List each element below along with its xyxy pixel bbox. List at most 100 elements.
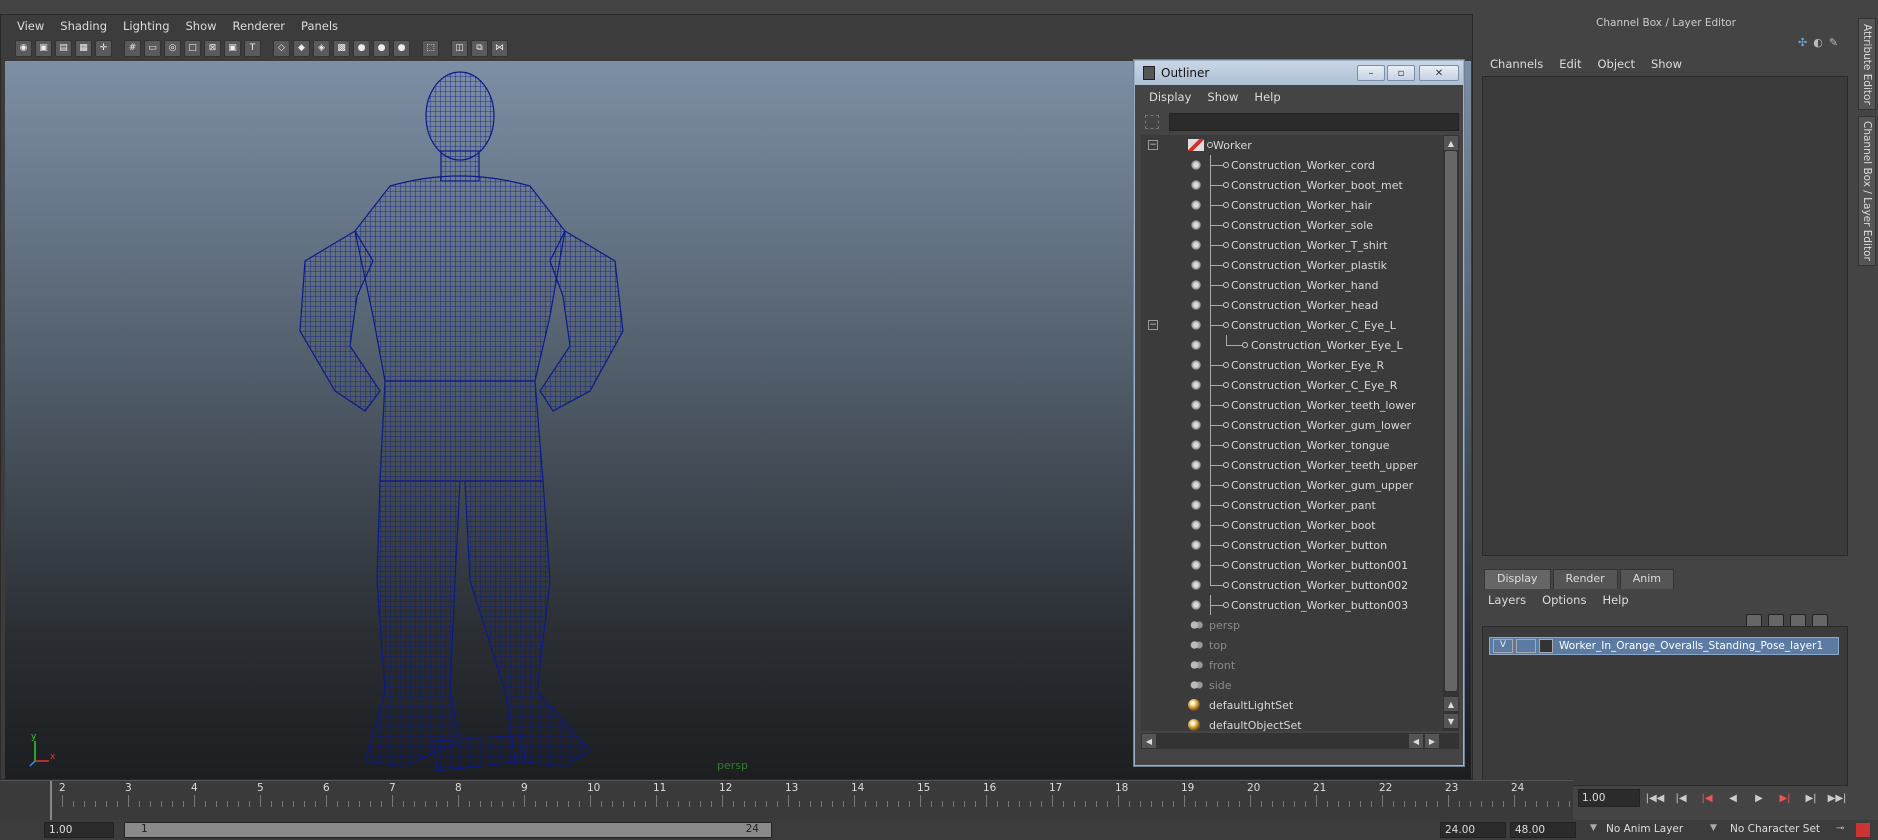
step-back-frame-icon[interactable]: |◀	[1696, 789, 1718, 807]
tab-channel-box[interactable]: Channel Box / Layer Editor	[1858, 116, 1876, 266]
layer-list[interactable]: V Worker_In_Orange_Overalls_Standing_Pos…	[1482, 626, 1848, 786]
outliner-item[interactable]: Construction_Worker_gum_lower	[1141, 415, 1441, 435]
preferences-icon[interactable]	[1856, 823, 1870, 837]
scroll-left-icon[interactable]: ◀	[1142, 734, 1156, 748]
outliner-item[interactable]: Construction_Worker_head	[1141, 295, 1441, 315]
play-backwards-icon[interactable]: ◀	[1722, 789, 1744, 807]
outliner-item[interactable]: Construction_Worker_hand	[1141, 275, 1441, 295]
tab-attribute-editor[interactable]: Attribute Editor	[1858, 18, 1876, 110]
menu-show[interactable]: Show	[180, 17, 223, 35]
play-forwards-icon[interactable]: ▶	[1748, 789, 1770, 807]
channel-box-area[interactable]	[1482, 76, 1848, 556]
outliner-menu-display[interactable]: Display	[1143, 88, 1197, 106]
minimize-button[interactable]: –	[1357, 65, 1385, 81]
settings-icon[interactable]: ◐	[1813, 36, 1823, 49]
outliner-item[interactable]: Construction_Worker_sole	[1141, 215, 1441, 235]
default-light-icon[interactable]: ●	[353, 39, 370, 57]
outliner-item[interactable]: Construction_Worker_plastik	[1141, 255, 1441, 275]
end-time-field[interactable]: 24.00	[1440, 822, 1506, 838]
outliner-item[interactable]: Construction_Worker_teeth_upper	[1141, 455, 1441, 475]
all-lights-icon[interactable]: ●	[393, 39, 410, 57]
safe-action-icon[interactable]: ▣	[224, 39, 241, 57]
outliner-item[interactable]: Construction_Worker_T_shirt	[1141, 235, 1441, 255]
outliner-item[interactable]: Construction_Worker_Eye_R	[1141, 355, 1441, 375]
scroll-down-icon[interactable]: ▼	[1444, 714, 1458, 728]
outliner-item[interactable]: Construction_Worker_Eye_L	[1141, 335, 1441, 355]
outliner-item[interactable]: front	[1141, 655, 1441, 675]
cb-menu-channels[interactable]: Channels	[1484, 55, 1549, 73]
smooth-shade-icon[interactable]: ◆	[293, 39, 310, 57]
bookmarks-icon[interactable]: ▤	[55, 39, 72, 57]
outliner-item[interactable]: − Construction_Worker_C_Eye_L	[1141, 315, 1441, 335]
outliner-item[interactable]: Construction_Worker_hair	[1141, 195, 1441, 215]
cb-menu-object[interactable]: Object	[1592, 55, 1641, 73]
two-d-pan-icon[interactable]: ✛	[95, 39, 112, 57]
close-button[interactable]: ✕	[1419, 65, 1459, 81]
outliner-item[interactable]: Construction_Worker_button003	[1141, 595, 1441, 615]
scroll-up-icon[interactable]: ▲	[1444, 136, 1458, 150]
layer-menu-options[interactable]: Options	[1536, 591, 1592, 609]
menu-renderer[interactable]: Renderer	[227, 17, 292, 35]
time-slider[interactable]: 2 3 4 5 6 7 8 9 10 11 12 13 14 15 16 17 18 19 20 21 22 23 24	[0, 780, 1573, 822]
gate-mask-icon[interactable]: □	[184, 39, 201, 57]
isolate-select-icon[interactable]: ⬚	[422, 39, 439, 57]
layer-menu-help[interactable]: Help	[1596, 591, 1634, 609]
filter-icon[interactable]	[1145, 115, 1159, 129]
camera-attributes-icon[interactable]: ▣	[35, 39, 52, 57]
anim-end-field[interactable]: 48.00	[1510, 822, 1576, 838]
outliner-item[interactable]: Construction_Worker_gum_upper	[1141, 475, 1441, 495]
layer-color-swatch[interactable]	[1539, 639, 1553, 653]
select-camera-icon[interactable]: ◉	[15, 39, 32, 57]
outliner-item[interactable]: Construction_Worker_cord	[1141, 155, 1441, 175]
outliner-item[interactable]: Construction_Worker_C_Eye_R	[1141, 375, 1441, 395]
outliner-item[interactable]: Construction_Worker_boot	[1141, 515, 1441, 535]
start-time-field[interactable]: 1.00	[44, 822, 114, 838]
outliner-item[interactable]: defaultObjectSet	[1141, 715, 1441, 731]
xray-icon[interactable]: ◫	[451, 39, 468, 57]
menu-view[interactable]: View	[11, 17, 50, 35]
scroll-right-icon[interactable]: ▶	[1425, 734, 1439, 748]
menu-shading[interactable]: Shading	[54, 17, 113, 35]
anim-layer-select[interactable]: No Anim Layer	[1606, 823, 1683, 835]
tab-render[interactable]: Render	[1552, 569, 1618, 589]
character-set-select[interactable]: No Character Set	[1730, 823, 1820, 835]
wireframe-icon[interactable]: ◇	[273, 39, 290, 57]
scroll-left-icon[interactable]: ◀	[1409, 734, 1423, 748]
transform-icon[interactable]: ✣	[1798, 36, 1807, 49]
step-back-key-icon[interactable]: |◀	[1670, 789, 1692, 807]
safe-title-icon[interactable]: T	[244, 39, 261, 57]
outliner-item[interactable]: defaultLightSet	[1141, 695, 1441, 715]
outliner-item[interactable]: Construction_Worker_button	[1141, 535, 1441, 555]
resolution-gate-icon[interactable]: ◎	[164, 39, 181, 57]
range-slider[interactable]: 1 24	[124, 822, 772, 838]
go-to-end-icon[interactable]: ▶▶|	[1826, 789, 1848, 807]
layer-type-toggle[interactable]	[1516, 639, 1536, 653]
layer-row[interactable]: V Worker_In_Orange_Overalls_Standing_Pos…	[1489, 637, 1839, 655]
step-forward-key-icon[interactable]: ▶|	[1800, 789, 1822, 807]
step-forward-frame-icon[interactable]: ▶|	[1774, 789, 1796, 807]
scroll-thumb[interactable]	[1445, 151, 1457, 691]
graph-icon[interactable]: ⋈	[491, 39, 508, 57]
dropdown-arrow-icon[interactable]: ▼	[1590, 823, 1597, 833]
outliner-vertical-scrollbar[interactable]: ▲ ▲ ▼	[1443, 135, 1459, 731]
tab-display[interactable]: Display	[1484, 569, 1551, 589]
go-to-start-icon[interactable]: |◀◀	[1644, 789, 1666, 807]
grid-icon[interactable]: #	[124, 39, 141, 57]
outliner-horizontal-scrollbar[interactable]: ◀ ◀ ▶	[1141, 733, 1459, 749]
film-gate-icon[interactable]: ▭	[144, 39, 161, 57]
outliner-item[interactable]: Construction_Worker_button002	[1141, 575, 1441, 595]
layer-menu-layers[interactable]: Layers	[1482, 591, 1532, 609]
current-time-marker[interactable]	[50, 781, 52, 821]
dropdown-arrow-icon[interactable]: ▼	[1710, 823, 1717, 833]
outliner-item[interactable]: Construction_Worker_tongue	[1141, 435, 1441, 455]
key-icon[interactable]: ⊸	[1836, 823, 1844, 834]
outliner-menu-help[interactable]: Help	[1248, 88, 1286, 106]
outliner-search-input[interactable]	[1169, 113, 1459, 131]
wireframe-on-shaded-icon[interactable]: ◈	[313, 39, 330, 57]
outliner-item[interactable]: Construction_Worker_button001	[1141, 555, 1441, 575]
menu-lighting[interactable]: Lighting	[117, 17, 175, 35]
textured-icon[interactable]: ▩	[333, 39, 350, 57]
image-plane-icon[interactable]: ▦	[75, 39, 92, 57]
outliner-item[interactable]: Construction_Worker_teeth_lower	[1141, 395, 1441, 415]
outliner-item[interactable]: top	[1141, 635, 1441, 655]
